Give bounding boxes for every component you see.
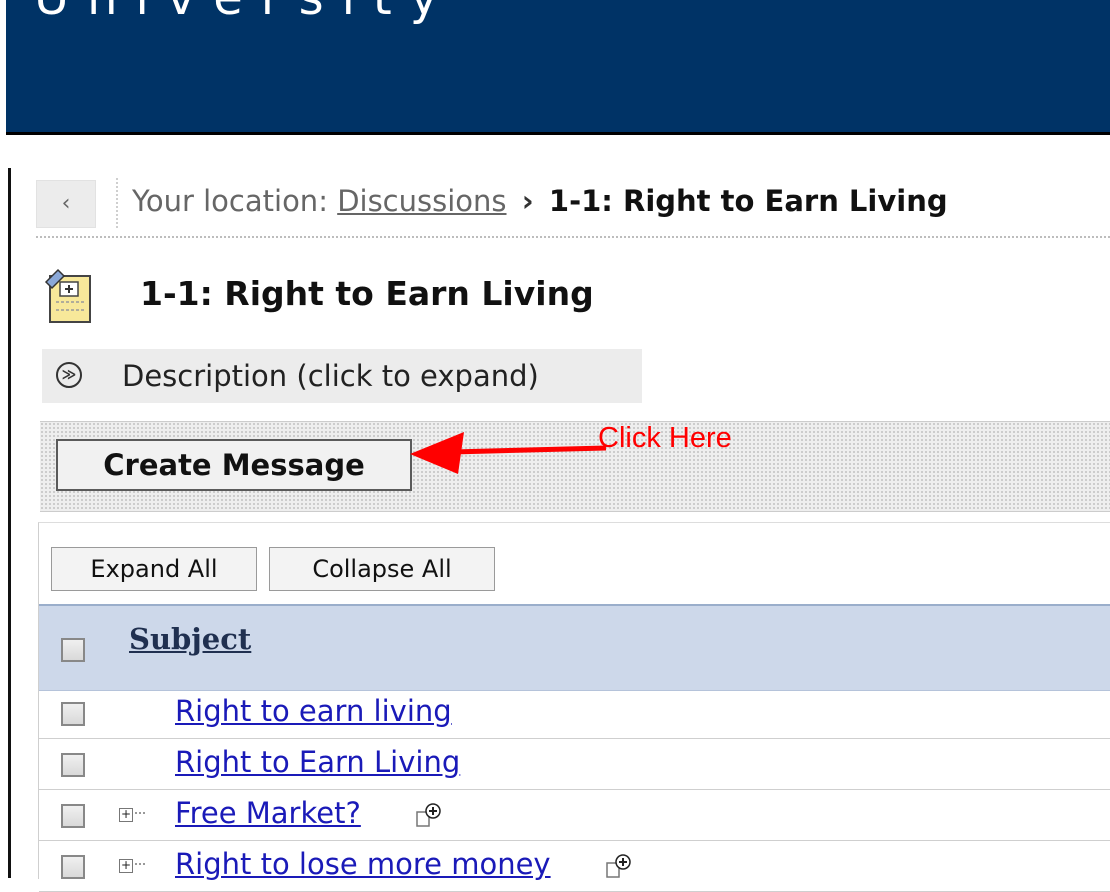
institution-name: University <box>34 0 456 26</box>
annotation-label: Click Here <box>598 422 732 454</box>
new-reply-icon <box>606 854 631 878</box>
action-bar: Create Message Click Here <box>40 421 1110 512</box>
description-toggle[interactable]: ≫ Description (click to expand) <box>42 349 642 403</box>
list-item: Right to Earn Living <box>39 739 1110 790</box>
row-checkbox[interactable] <box>61 855 85 879</box>
breadcrumb-prefix: Your location: <box>132 184 328 218</box>
breadcrumb-link-discussions[interactable]: Discussions <box>337 184 506 218</box>
tree-connector <box>135 863 145 865</box>
expand-thread-icon[interactable]: + <box>119 859 133 873</box>
message-subject-link[interactable]: Free Market? <box>175 796 361 830</box>
discussion-topic-icon <box>44 268 91 323</box>
row-checkbox[interactable] <box>61 753 85 777</box>
new-reply-icon <box>416 803 441 827</box>
double-chevron-down-icon: ≫ <box>56 362 82 388</box>
list-item: + Free Market? <box>39 790 1110 841</box>
message-subject-link[interactable]: Right to Earn Living <box>175 745 460 779</box>
breadcrumb-current: 1-1: Right to Earn Living <box>548 184 948 218</box>
description-label: Description (click to expand) <box>122 359 539 393</box>
breadcrumb: ‹ Your location: Discussions › 1-1: Righ… <box>36 176 1110 238</box>
list-header: Subject <box>39 604 1110 691</box>
expand-thread-icon[interactable]: + <box>119 808 133 822</box>
list-item: + Right to lose more money <box>39 841 1110 892</box>
annotation-arrow-icon <box>410 432 607 474</box>
left-border <box>8 168 11 878</box>
page-title: 1-1: Right to Earn Living <box>140 274 594 313</box>
header-divider <box>6 132 1110 135</box>
header-banner: University <box>6 0 1110 132</box>
breadcrumb-separator: › <box>521 184 534 218</box>
back-button[interactable]: ‹ <box>36 180 96 228</box>
row-checkbox[interactable] <box>61 804 85 828</box>
breadcrumb-divider <box>116 178 118 228</box>
message-list: Expand All Collapse All Subject Right to… <box>38 522 1110 892</box>
message-subject-link[interactable]: Right to earn living <box>175 694 452 728</box>
expand-all-button[interactable]: Expand All <box>51 547 257 591</box>
tree-connector <box>135 812 145 814</box>
row-checkbox[interactable] <box>61 702 85 726</box>
select-all-checkbox[interactable] <box>61 638 85 662</box>
collapse-all-button[interactable]: Collapse All <box>269 547 495 591</box>
list-item: Right to earn living <box>39 688 1110 739</box>
breadcrumb-trail: Your location: Discussions › 1-1: Right … <box>132 184 948 218</box>
create-message-button[interactable]: Create Message <box>56 439 412 491</box>
subject-column-header[interactable]: Subject <box>129 622 251 656</box>
message-subject-link[interactable]: Right to lose more money <box>175 847 551 881</box>
